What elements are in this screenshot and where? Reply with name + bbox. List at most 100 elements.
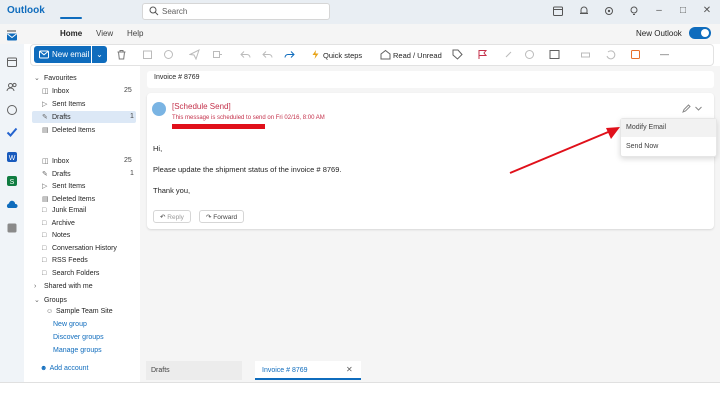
calendar-icon[interactable]	[552, 5, 564, 17]
tag-icon[interactable]	[452, 49, 463, 60]
read-unread-label[interactable]: Read / Unread	[393, 51, 442, 60]
folder-drafts[interactable]: ✎ Drafts	[42, 170, 71, 182]
folder-deleted-items[interactable]: ▤ Deleted Items	[42, 195, 95, 207]
bell-icon[interactable]	[578, 5, 590, 17]
search-box[interactable]: Search	[142, 3, 330, 20]
forward-button[interactable]: ↷ Forward	[199, 210, 245, 223]
print-icon[interactable]	[580, 49, 591, 60]
send-now-menu-item[interactable]: Send Now	[626, 143, 658, 150]
gear-icon[interactable]	[603, 5, 615, 17]
active-tab-indicator	[60, 17, 82, 19]
avatar[interactable]	[152, 102, 166, 116]
read-unread-icon[interactable]	[380, 49, 391, 60]
fav-deleted-items[interactable]: ▤ Deleted Items	[42, 126, 95, 138]
send-icon[interactable]	[189, 49, 200, 60]
reply-icon: ↶	[160, 214, 166, 221]
edit-icon[interactable]	[682, 104, 691, 113]
red-arrow-annotation	[509, 127, 620, 174]
quick-steps-icon[interactable]	[310, 49, 321, 60]
minimize-button[interactable]: –	[652, 4, 666, 18]
maximize-button[interactable]: □	[676, 4, 690, 18]
modify-email-menu-item[interactable]: Modify Email	[626, 124, 666, 131]
excel-app-icon[interactable]: S	[6, 175, 18, 187]
fav-drafts[interactable]: ✎ Drafts	[42, 113, 71, 125]
chevron-down-icon: ⌄	[34, 297, 40, 304]
folder-notes[interactable]: □ Notes	[42, 232, 70, 244]
tab-help[interactable]: Help	[127, 29, 143, 38]
calendar-rail-icon[interactable]	[6, 56, 18, 68]
note-icon: □	[42, 232, 47, 239]
pin-icon[interactable]	[503, 49, 514, 60]
trash-icon: ▤	[42, 127, 49, 134]
lightbulb-icon[interactable]	[628, 5, 640, 17]
more-options-icon[interactable]: —	[660, 49, 669, 59]
new-group-link[interactable]: New group	[53, 321, 87, 328]
message-card	[147, 93, 714, 229]
folder-icon: □	[42, 257, 47, 264]
message-subject: Invoice # 8769	[154, 74, 200, 81]
flag-icon[interactable]	[477, 49, 488, 60]
send-icon: ▷	[42, 183, 48, 190]
new-email-button[interactable]: New email	[34, 46, 91, 63]
report-icon[interactable]	[163, 49, 174, 60]
undo-icon[interactable]	[605, 49, 616, 60]
snooze-icon[interactable]	[524, 49, 535, 60]
chevron-right-icon: ›	[34, 283, 37, 290]
folder-archive[interactable]: □ Archive	[42, 220, 75, 232]
search-placeholder: Search	[162, 7, 188, 16]
tab-invoice[interactable]: Invoice # 8769 ✕	[255, 361, 361, 380]
reply-button[interactable]: ↶ Reply	[153, 210, 191, 223]
redacted-recipient	[172, 124, 265, 129]
quick-steps-label[interactable]: Quick steps	[323, 51, 362, 60]
reply-all-icon[interactable]	[262, 49, 273, 60]
onedrive-icon[interactable]	[6, 199, 18, 211]
status-strip	[0, 382, 720, 404]
discover-groups-link[interactable]: Discover groups	[53, 334, 104, 341]
add-account-button[interactable]: ☻ Add account	[40, 365, 88, 377]
people-icon[interactable]	[6, 81, 18, 93]
folder-search-folders[interactable]: □ Search Folders	[42, 270, 99, 282]
pencil-icon: ✎	[42, 114, 48, 121]
send-icon: ▷	[42, 101, 48, 108]
group-sample-team-site[interactable]: ☺ Sample Team Site	[46, 308, 113, 320]
folder-drafts-count: 1	[130, 170, 134, 177]
move-to-icon[interactable]	[212, 49, 223, 60]
fav-inbox[interactable]: ◫ Inbox	[42, 87, 69, 99]
mail-icon[interactable]	[6, 31, 18, 43]
reply-icon[interactable]	[240, 49, 251, 60]
favourites-header[interactable]: ⌄ Favourites	[34, 74, 77, 86]
delete-icon[interactable]	[116, 49, 127, 60]
folder-conversation-history[interactable]: □ Conversation History	[42, 245, 117, 257]
tab-home[interactable]: Home	[60, 29, 82, 38]
chevron-down-icon: ⌄	[34, 75, 40, 82]
archive-icon: □	[42, 220, 47, 227]
manage-groups-link[interactable]: Manage groups	[53, 347, 102, 354]
archive-icon[interactable]	[142, 49, 153, 60]
folder-inbox[interactable]: ◫ Inbox	[42, 157, 69, 169]
app-title: Outlook	[7, 5, 45, 16]
forward-icon[interactable]	[284, 49, 295, 60]
folder-icon: □	[42, 245, 47, 252]
groups-header[interactable]: ⌄ Groups	[34, 296, 67, 308]
folder-sent-items[interactable]: ▷ Sent Items	[42, 182, 85, 194]
folder-rss-feeds[interactable]: □ RSS Feeds	[42, 257, 88, 269]
tab-drafts[interactable]: Drafts	[146, 361, 242, 380]
close-tab-icon[interactable]: ✕	[346, 365, 353, 374]
word-app-icon[interactable]: W	[6, 151, 18, 163]
new-email-dropdown[interactable]: ⌄	[92, 46, 107, 63]
todo-check-icon[interactable]	[6, 126, 18, 138]
chevron-down-icon[interactable]	[694, 104, 703, 113]
fav-sent-items[interactable]: ▷ Sent Items	[42, 100, 85, 112]
addin-icon[interactable]	[630, 49, 641, 60]
apps-icon[interactable]	[6, 222, 18, 234]
message-closing: Thank you,	[153, 186, 191, 195]
shared-with-me[interactable]: › Shared with me	[34, 283, 93, 295]
pencil-icon: ✎	[42, 171, 48, 178]
new-outlook-toggle[interactable]	[689, 27, 711, 39]
close-button[interactable]: ✕	[700, 4, 714, 18]
tab-view[interactable]: View	[96, 29, 113, 38]
view-icon[interactable]	[549, 49, 560, 60]
folder-junk-email[interactable]: □ Junk Email	[42, 207, 86, 219]
inbox-icon: ◫	[42, 88, 49, 95]
groups-icon[interactable]	[6, 104, 18, 116]
